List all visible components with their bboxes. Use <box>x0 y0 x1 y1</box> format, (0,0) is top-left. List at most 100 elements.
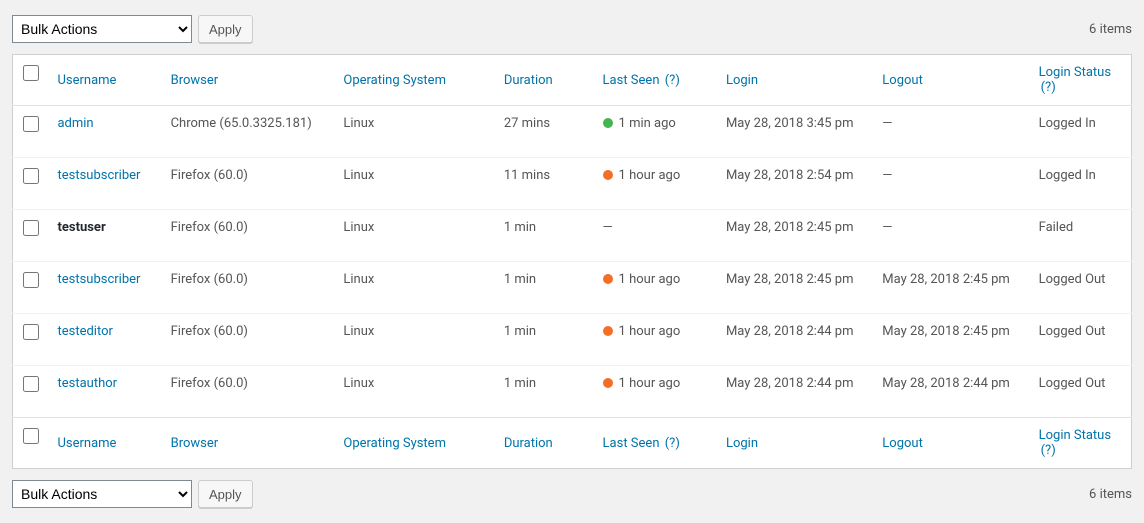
col-logout[interactable]: Logout <box>882 436 923 451</box>
col-username[interactable]: Username <box>57 436 116 451</box>
cell-duration: 27 mins <box>494 106 593 158</box>
col-duration[interactable]: Duration <box>504 436 553 451</box>
cell-login-status: Logged Out <box>1029 262 1132 314</box>
last-seen-text: 1 hour ago <box>619 376 681 391</box>
row-select[interactable] <box>23 272 39 288</box>
table-row: testsubscriberFirefox (60.0)Linux11 mins… <box>13 158 1132 210</box>
bulk-select-top[interactable]: Bulk Actions <box>12 15 192 43</box>
col-last-seen[interactable]: Last Seen (?) <box>603 436 680 451</box>
cell-duration: 1 min <box>494 262 593 314</box>
status-dot-icon <box>603 118 613 128</box>
table-header-row: Username Browser Operating System Durati… <box>13 55 1132 106</box>
cell-last-seen: 1 hour ago <box>593 314 716 366</box>
item-count-top: 6 items <box>1089 22 1132 37</box>
cell-logout: — <box>872 210 1028 262</box>
cell-login-status: Logged In <box>1029 106 1132 158</box>
cell-duration: 11 mins <box>494 158 593 210</box>
last-seen-text: 1 hour ago <box>619 324 681 339</box>
col-last-seen[interactable]: Last Seen (?) <box>603 73 680 88</box>
table-row: testuserFirefox (60.0)Linux1 min—May 28,… <box>13 210 1132 262</box>
cell-os: Linux <box>333 106 493 158</box>
cell-duration: 1 min <box>494 314 593 366</box>
cell-browser: Firefox (60.0) <box>161 314 334 366</box>
username-link[interactable]: testauthor <box>57 376 117 391</box>
bulk-actions-bottom: Bulk Actions Apply <box>12 480 253 508</box>
row-select[interactable] <box>23 376 39 392</box>
tablenav-bottom: Bulk Actions Apply 6 items <box>12 477 1132 511</box>
table-footer-row: Username Browser Operating System Durati… <box>13 418 1132 469</box>
select-all-top[interactable] <box>23 65 39 81</box>
bulk-actions-top: Bulk Actions Apply <box>12 15 253 43</box>
bulk-select-bottom[interactable]: Bulk Actions <box>12 480 192 508</box>
cell-logout: — <box>872 106 1028 158</box>
cell-login: May 28, 2018 2:54 pm <box>716 158 872 210</box>
table-row: testauthorFirefox (60.0)Linux1 min1 hour… <box>13 366 1132 418</box>
cell-login-status: Failed <box>1029 210 1132 262</box>
col-browser[interactable]: Browser <box>171 73 219 88</box>
row-select[interactable] <box>23 116 39 132</box>
cell-last-seen: — <box>593 210 716 262</box>
status-dot-icon <box>603 326 613 336</box>
select-all-bottom[interactable] <box>23 428 39 444</box>
cell-browser: Chrome (65.0.3325.181) <box>161 106 334 158</box>
col-os[interactable]: Operating System <box>343 73 446 88</box>
help-icon[interactable]: (?) <box>1041 80 1056 95</box>
cell-os: Linux <box>333 158 493 210</box>
cell-last-seen: 1 min ago <box>593 106 716 158</box>
table-row: admin Chrome (65.0.3325.181)Linux27 mins1… <box>13 106 1132 158</box>
help-icon[interactable]: (?) <box>665 73 680 88</box>
cell-logout: May 28, 2018 2:45 pm <box>872 262 1028 314</box>
username-link[interactable]: testeditor <box>57 324 112 339</box>
cell-last-seen: 1 hour ago <box>593 366 716 418</box>
cell-login: May 28, 2018 2:45 pm <box>716 262 872 314</box>
username-link[interactable]: admin <box>57 116 93 131</box>
cell-last-seen: 1 hour ago <box>593 158 716 210</box>
cell-browser: Firefox (60.0) <box>161 366 334 418</box>
status-dot-icon <box>603 274 613 284</box>
table-row: testsubscriber Firefox (60.0)Linux1 min 1 … <box>13 262 1132 314</box>
col-logout[interactable]: Logout <box>882 73 923 88</box>
status-dot-icon <box>603 378 613 388</box>
cell-os: Linux <box>333 210 493 262</box>
username-link[interactable]: testsubscriber <box>57 168 140 183</box>
last-seen-text: 1 hour ago <box>619 272 681 287</box>
cell-logout: — <box>872 158 1028 210</box>
cell-browser: Firefox (60.0) <box>161 262 334 314</box>
apply-button-top[interactable]: Apply <box>198 15 253 43</box>
item-count-bottom: 6 items <box>1089 487 1132 502</box>
col-os[interactable]: Operating System <box>343 436 446 451</box>
table-row: testeditorFirefox (60.0)Linux1 min1 hour… <box>13 314 1132 366</box>
row-select[interactable] <box>23 220 39 236</box>
col-login-status[interactable]: Login Status (?) <box>1039 65 1111 95</box>
cell-login: May 28, 2018 2:44 pm <box>716 366 872 418</box>
username-link[interactable]: testsubscriber <box>57 272 140 287</box>
col-login-status[interactable]: Login Status (?) <box>1039 428 1111 458</box>
cell-login: May 28, 2018 2:44 pm <box>716 314 872 366</box>
last-seen-text: — <box>603 220 613 235</box>
cell-duration: 1 min <box>494 366 593 418</box>
cell-os: Linux <box>333 262 493 314</box>
row-select[interactable] <box>23 324 39 340</box>
col-username[interactable]: Username <box>57 73 116 88</box>
help-icon[interactable]: (?) <box>1041 443 1056 458</box>
row-select[interactable] <box>23 168 39 184</box>
col-duration[interactable]: Duration <box>504 73 553 88</box>
status-dot-icon <box>603 170 613 180</box>
cell-browser: Firefox (60.0) <box>161 210 334 262</box>
cell-login: May 28, 2018 2:45 pm <box>716 210 872 262</box>
sessions-table: Username Browser Operating System Durati… <box>12 54 1132 469</box>
cell-duration: 1 min <box>494 210 593 262</box>
cell-login-status: Logged Out <box>1029 366 1132 418</box>
col-login[interactable]: Login <box>726 436 758 451</box>
apply-button-bottom[interactable]: Apply <box>198 480 253 508</box>
col-login[interactable]: Login <box>726 73 758 88</box>
tablenav-top: Bulk Actions Apply 6 items <box>12 12 1132 46</box>
cell-logout: May 28, 2018 2:44 pm <box>872 366 1028 418</box>
last-seen-text: 1 hour ago <box>619 168 681 183</box>
username-text: testuser <box>57 220 105 235</box>
cell-last-seen: 1 hour ago <box>593 262 716 314</box>
cell-login-status: Logged In <box>1029 158 1132 210</box>
help-icon[interactable]: (?) <box>665 436 680 451</box>
col-browser[interactable]: Browser <box>171 436 219 451</box>
cell-logout: May 28, 2018 2:45 pm <box>872 314 1028 366</box>
